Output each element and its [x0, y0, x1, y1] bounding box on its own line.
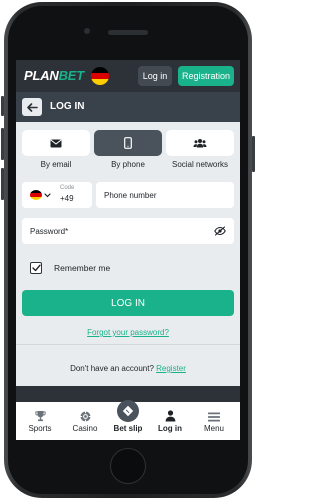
- page-title: LOG IN: [50, 101, 85, 112]
- ticket-icon: [122, 405, 134, 417]
- signup-prompt-text: Don't have an account?: [70, 364, 154, 373]
- page-header: LOG IN: [16, 92, 240, 122]
- remember-me-checkbox[interactable]: [30, 262, 42, 274]
- tab-label: Social networks: [171, 160, 229, 169]
- back-button[interactable]: [22, 98, 42, 116]
- remember-me-label: Remember me: [54, 263, 111, 273]
- nav-log-in[interactable]: Log in: [148, 402, 192, 440]
- arrow-left-icon: [26, 102, 38, 112]
- nav-casino[interactable]: Casino: [63, 402, 107, 440]
- nav-label: Menu: [203, 424, 224, 433]
- tab-by-phone[interactable]: By phone: [94, 130, 162, 169]
- smartphone-icon: [124, 137, 132, 149]
- code-value: +49: [60, 194, 74, 203]
- trophy-icon: [34, 411, 46, 422]
- login-method-tabs: By email By phone Social networks: [22, 130, 234, 172]
- language-flag-germany-icon[interactable]: [91, 67, 109, 85]
- eye-slash-icon[interactable]: [214, 226, 226, 236]
- country-code-select[interactable]: Code +49: [22, 182, 92, 208]
- login-submit-button[interactable]: LOG IN: [22, 290, 234, 316]
- signup-prompt: Don't have an account? Register: [16, 364, 240, 373]
- nav-label: Sports: [28, 424, 52, 433]
- power-button: [252, 136, 255, 172]
- bet-slip-badge: [117, 400, 139, 422]
- nav-bet-slip[interactable]: Bet slip: [106, 400, 150, 440]
- envelope-icon: [50, 139, 62, 147]
- code-label: Code: [60, 185, 75, 191]
- app-screen: PLANBET Log in Registration LOG IN By em…: [16, 60, 240, 440]
- top-bar: PLANBET Log in Registration: [16, 60, 240, 92]
- logo-text-bet: BET: [58, 68, 85, 83]
- tab-label: By phone: [111, 160, 145, 169]
- person-icon: [165, 410, 175, 422]
- chevron-down-icon: [44, 193, 51, 198]
- divider: [16, 344, 240, 345]
- bottom-nav: Sports Casino Bet slip Log in Menu: [16, 400, 240, 440]
- germany-flag-icon: [30, 190, 42, 200]
- home-button: [110, 448, 146, 484]
- checkmark-icon: [31, 264, 41, 272]
- forgot-password-link[interactable]: Forgot your password?: [16, 328, 240, 337]
- nav-label: Casino: [72, 424, 98, 433]
- earpiece-speaker: [108, 30, 148, 35]
- phone-frame: PLANBET Log in Registration LOG IN By em…: [0, 0, 256, 500]
- phone-number-input[interactable]: Phone number: [96, 182, 234, 208]
- register-link[interactable]: Register: [156, 364, 186, 373]
- tab-by-email[interactable]: By email: [22, 130, 90, 169]
- front-camera: [84, 28, 90, 34]
- password-field[interactable]: Password*: [22, 218, 234, 244]
- nav-label: Bet slip: [113, 424, 143, 433]
- password-placeholder: Password*: [30, 227, 69, 236]
- planbet-logo[interactable]: PLANBET: [24, 68, 84, 83]
- tab-label: By email: [40, 160, 72, 169]
- nav-sports[interactable]: Sports: [18, 402, 62, 440]
- header-registration-button[interactable]: Registration: [178, 66, 234, 86]
- nav-menu[interactable]: Menu: [192, 402, 236, 440]
- logo-text-plan: PLAN: [24, 68, 59, 83]
- nav-label: Log in: [158, 424, 182, 433]
- poker-chip-icon: [80, 411, 90, 422]
- tab-social-networks[interactable]: Social networks: [166, 130, 234, 169]
- hamburger-icon: [208, 412, 220, 422]
- users-icon: [193, 139, 207, 148]
- remember-me[interactable]: Remember me: [30, 262, 110, 274]
- header-login-button[interactable]: Log in: [138, 66, 172, 86]
